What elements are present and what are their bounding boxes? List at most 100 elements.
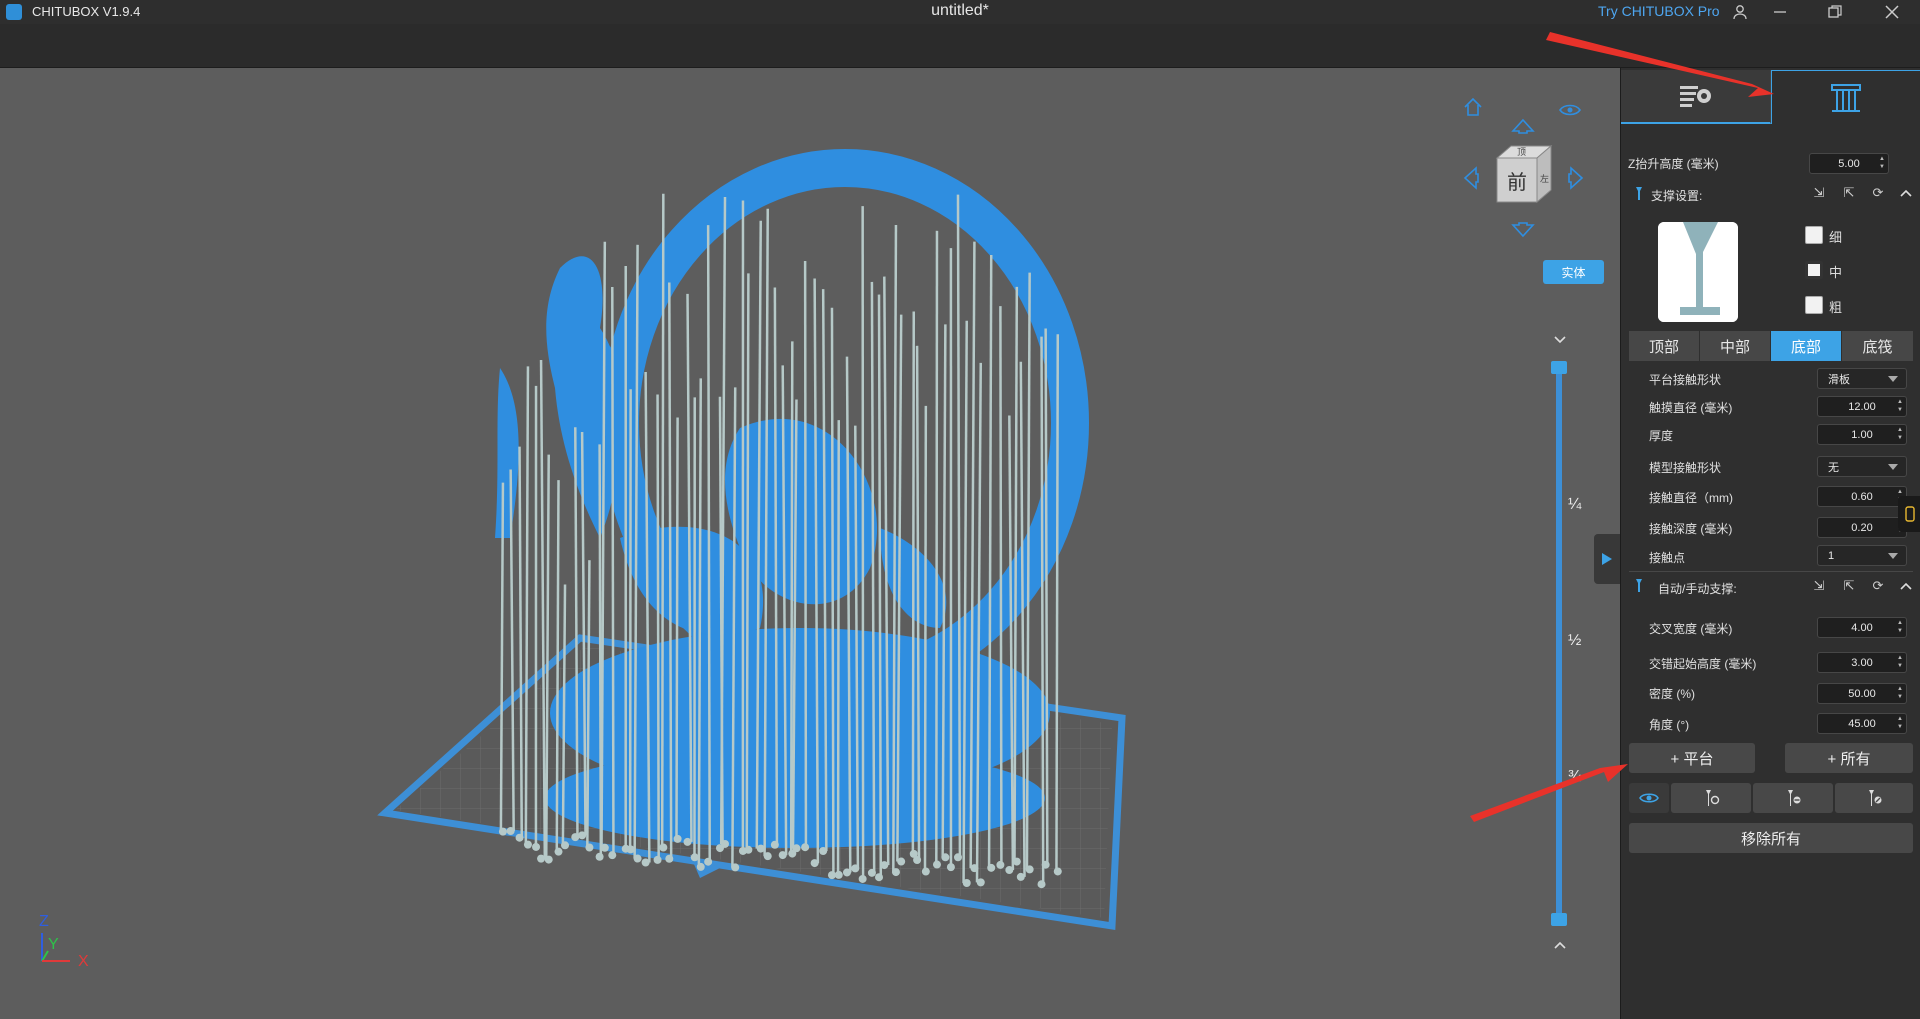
- slider-collapse-down-icon[interactable]: [1552, 333, 1568, 345]
- remove-all-button[interactable]: 移除所有: [1629, 823, 1913, 853]
- layer-slider-bottom-handle[interactable]: [1551, 913, 1567, 926]
- support-pillar: [836, 420, 841, 875]
- remove-support-tool-icon[interactable]: [1753, 783, 1833, 813]
- add-support-tool-icon[interactable]: [1671, 783, 1751, 813]
- thick-checkbox[interactable]: [1805, 296, 1823, 314]
- layer-slider-track[interactable]: [1556, 368, 1562, 920]
- show-supports-eye-icon[interactable]: [1629, 783, 1669, 813]
- thin-checkbox[interactable]: [1805, 226, 1823, 244]
- z-lift-input[interactable]: 5.00 ▲ ▼: [1809, 153, 1889, 174]
- support-foot: [673, 834, 682, 843]
- z-lift-label: Z抬升高度 (毫米): [1628, 157, 1719, 171]
- export-icon[interactable]: ⇱: [1840, 184, 1858, 202]
- support-foot: [770, 840, 779, 849]
- support-settings-icon: [1630, 184, 1648, 202]
- slider-collapse-up-icon[interactable]: [1552, 938, 1568, 950]
- contact-diameter-mm-input[interactable]: 0.60▲▼: [1817, 486, 1907, 507]
- spinner-arrows-icon[interactable]: ▲▼: [1896, 426, 1904, 442]
- import-icon[interactable]: ⇲: [1810, 577, 1828, 595]
- maximize-button[interactable]: [1815, 0, 1855, 24]
- spinner-arrows-icon[interactable]: ▲▼: [1896, 654, 1904, 670]
- chevron-down-icon: [1888, 376, 1898, 382]
- spinner-arrows-icon[interactable]: ▲▼: [1896, 619, 1904, 635]
- support-foot: [721, 839, 730, 848]
- support-foot: [763, 852, 772, 861]
- solid-mode-button[interactable]: 实体: [1543, 260, 1604, 284]
- cross-start-height-input[interactable]: 3.00 ▲ ▼: [1817, 652, 1907, 673]
- collapse-section-icon[interactable]: [1897, 184, 1915, 202]
- angle-input[interactable]: 45.00 ▲ ▼: [1817, 713, 1907, 734]
- contact-point-select[interactable]: 1: [1817, 545, 1907, 566]
- tab-print-settings[interactable]: [1621, 70, 1771, 124]
- density-input[interactable]: 50.00 ▲ ▼: [1817, 683, 1907, 704]
- 3d-viewport[interactable]: 前 顶 左 实体 ¼ ½ ¾ Z Y X: [0, 68, 1620, 1019]
- density-label: 密度 (%): [1649, 687, 1695, 701]
- rotate-up-arrow-icon[interactable]: [1511, 118, 1535, 134]
- support-foot: [987, 863, 996, 872]
- minimize-button[interactable]: [1760, 0, 1800, 24]
- medium-label: 中: [1829, 265, 1843, 280]
- support-foot: [1037, 880, 1046, 889]
- layer-slider-top-handle[interactable]: [1551, 361, 1567, 374]
- support-pillar: [789, 341, 794, 854]
- tab-top[interactable]: 顶部: [1629, 331, 1699, 361]
- chevron-down-icon: [1888, 553, 1898, 559]
- support-pillar: [830, 307, 835, 876]
- contact-depth-label: 接触深度 (毫米): [1649, 522, 1733, 536]
- view-cube[interactable]: 前 顶 左: [1493, 144, 1553, 204]
- add-all-button[interactable]: + 所有: [1785, 743, 1913, 773]
- edit-support-tool-icon[interactable]: [1835, 783, 1913, 813]
- export-icon[interactable]: ⇱: [1840, 577, 1858, 595]
- model-contact-shape-label: 模型接触形状: [1649, 461, 1722, 475]
- close-button[interactable]: [1872, 0, 1912, 24]
- home-view-icon[interactable]: [1462, 96, 1484, 118]
- tab-support[interactable]: [1771, 70, 1920, 124]
- spinner-arrows-icon[interactable]: ▲▼: [1896, 398, 1904, 414]
- support-foot: [976, 878, 985, 887]
- platform-contact-shape-select[interactable]: 滑板: [1817, 368, 1907, 389]
- support-foot: [996, 860, 1005, 869]
- medium-checkbox[interactable]: [1805, 261, 1823, 279]
- support-foot: [585, 843, 594, 852]
- support-foot: [880, 861, 889, 870]
- support-foot: [653, 855, 662, 864]
- reset-icon[interactable]: ⟳: [1869, 184, 1887, 202]
- support-foot: [523, 840, 532, 849]
- collapse-section-icon[interactable]: [1897, 577, 1915, 595]
- support-pillar: [675, 417, 679, 839]
- thickness-label: 厚度: [1649, 429, 1674, 443]
- reset-icon[interactable]: ⟳: [1869, 577, 1887, 595]
- support-pillar: [555, 480, 560, 852]
- spinner-arrows-icon[interactable]: ▲▼: [1896, 685, 1904, 701]
- model-contact-shape-select[interactable]: 无: [1817, 456, 1907, 477]
- try-pro-link[interactable]: Try CHITUBOX Pro: [1598, 3, 1720, 19]
- spinner-arrows-icon[interactable]: ▲▼: [1878, 155, 1886, 171]
- support-pillar: [745, 273, 750, 850]
- tab-middle[interactable]: 中部: [1700, 331, 1770, 361]
- support-tool-bar: [1629, 783, 1913, 813]
- support-preview-image: [1658, 222, 1738, 322]
- support-settings-label: 支撑设置:: [1651, 189, 1703, 203]
- tab-raft[interactable]: 底筏: [1842, 331, 1913, 361]
- tab-bottom[interactable]: 底部: [1771, 331, 1841, 361]
- spinner-arrows-icon[interactable]: ▲▼: [1896, 715, 1904, 731]
- panel-collapse-toggle[interactable]: [1594, 534, 1620, 584]
- panel-side-tab[interactable]: [1898, 496, 1920, 532]
- toolbar: [0, 24, 1920, 68]
- support-foot: [921, 867, 930, 876]
- support-foot: [659, 843, 668, 852]
- rotate-left-arrow-icon[interactable]: [1463, 166, 1479, 190]
- axis-z-label: Z: [39, 913, 49, 930]
- thickness-input[interactable]: 1.00 ▲ ▼: [1817, 424, 1907, 445]
- rotate-right-arrow-icon[interactable]: [1568, 166, 1584, 190]
- visibility-eye-icon[interactable]: [1558, 102, 1582, 118]
- support-foot: [561, 841, 570, 850]
- import-icon[interactable]: ⇲: [1810, 184, 1828, 202]
- rotate-down-arrow-icon[interactable]: [1511, 222, 1535, 238]
- contact-diameter-input[interactable]: 12.00 ▲ ▼: [1817, 396, 1907, 417]
- add-platform-button[interactable]: + 平台: [1629, 743, 1755, 773]
- cross-width-input[interactable]: 4.00 ▲ ▼: [1817, 617, 1907, 638]
- platform-contact-shape-label: 平台接触形状: [1649, 373, 1722, 387]
- account-icon[interactable]: [1720, 0, 1760, 24]
- contact-depth-input[interactable]: 0.20▲▼: [1817, 517, 1907, 538]
